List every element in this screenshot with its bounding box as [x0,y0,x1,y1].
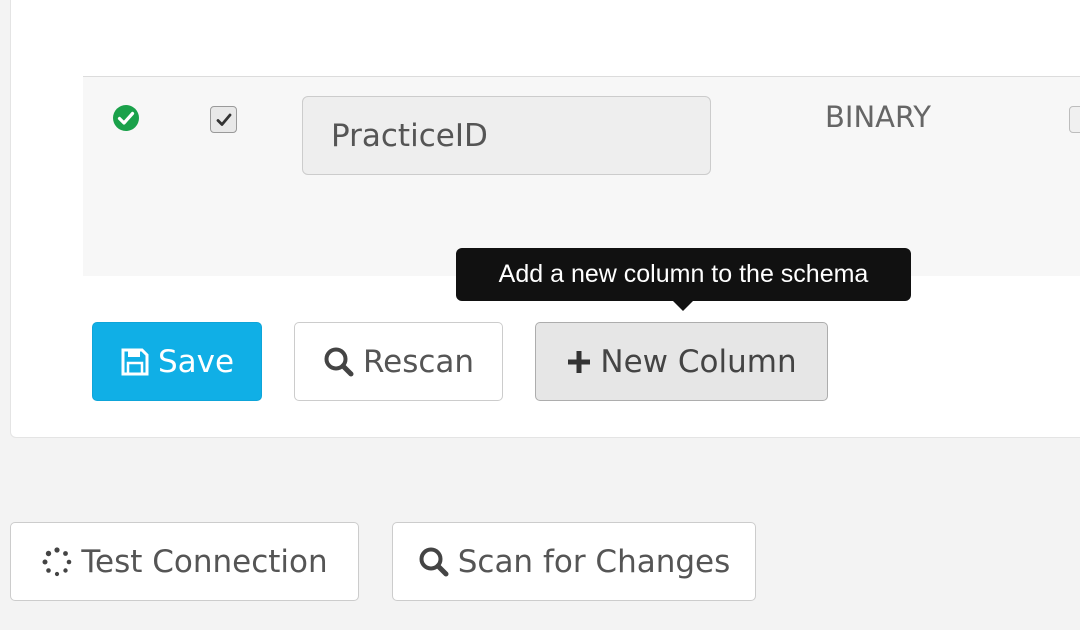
tooltip-arrow [672,300,694,311]
save-button[interactable]: Save [92,322,262,401]
scan-for-changes-button[interactable]: Scan for Changes [392,522,756,601]
column-type-label: BINARY [825,100,931,134]
spinner-icon [42,546,72,576]
search-icon [324,347,354,376]
floppy-disk-icon [121,348,149,375]
rescan-button[interactable]: Rescan [294,322,503,401]
test-connection-button-label: Test Connection [81,543,328,580]
column-option-checkbox[interactable] [1069,106,1080,133]
include-column-checkbox[interactable] [210,106,237,133]
plus-icon [568,350,591,373]
new-column-button-label: New Column [600,343,797,380]
scan-for-changes-button-label: Scan for Changes [457,543,731,580]
new-column-button[interactable]: New Column [535,322,828,401]
rescan-button-label: Rescan [362,343,475,380]
test-connection-button[interactable]: Test Connection [10,522,359,601]
column-name-input[interactable] [302,96,711,175]
checkmark-icon [216,113,231,126]
save-button-label: Save [157,343,235,380]
check-circle-icon [112,104,140,132]
search-icon [419,547,449,576]
new-column-tooltip: Add a new column to the schema [456,248,911,301]
